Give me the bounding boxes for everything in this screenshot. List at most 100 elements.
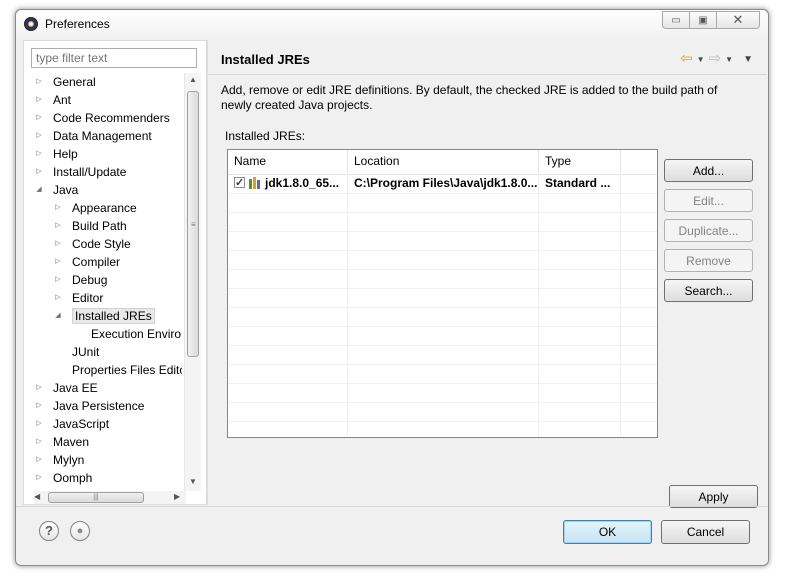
column-header-filler (621, 150, 657, 173)
remove-button[interactable]: Remove (664, 249, 753, 272)
table-row[interactable]: jdk1.8.0_65... C:\Program Files\Java\jdk1… (228, 174, 657, 194)
tree-item-label: Code Style (72, 237, 131, 251)
tree-item[interactable]: ▷ Ant (34, 91, 71, 109)
table-row (228, 383, 657, 403)
restore-icon[interactable]: ▣ (689, 11, 717, 29)
expand-icon[interactable]: ▷ (34, 145, 44, 163)
tree-horizontal-scrollbar[interactable]: ◀ ||| ▶ (34, 491, 186, 504)
tree-item[interactable]: ▷ Java EE (34, 379, 97, 397)
close-icon[interactable]: ✕ (716, 11, 760, 29)
title-bar[interactable]: Preferences ▭ ▣ ✕ (16, 10, 768, 38)
table-row (228, 288, 657, 308)
tree-item[interactable]: ▷ JavaScript (34, 415, 109, 433)
tree-item[interactable]: ▷ Build Path (53, 217, 126, 235)
tree-item[interactable]: ▷ Oomph (34, 469, 92, 487)
name-cell (228, 364, 348, 383)
help-icon[interactable]: ? (39, 521, 59, 541)
duplicate-button[interactable]: Duplicate... (664, 219, 753, 242)
type-cell (539, 269, 621, 288)
preference-tree: ▷ General ▷ Ant ▷ Code Recommenders ▷ Data Mana… (24, 73, 182, 493)
expand-icon[interactable]: ▷ (34, 451, 44, 469)
tree-vertical-scrollbar[interactable]: ▲ ≡ ▼ (184, 73, 201, 491)
minimize-icon[interactable]: ▭ (662, 11, 690, 29)
tree-item[interactable]: Properties Files Edito (53, 361, 182, 379)
expand-icon[interactable]: ▷ (34, 433, 44, 451)
collapse-icon[interactable]: ◢ (34, 181, 44, 199)
tree-item-label: Debug (72, 273, 108, 287)
tree-item[interactable]: ▷ Data Management (34, 127, 151, 145)
expand-icon[interactable]: ▷ (53, 271, 63, 289)
name-cell (228, 288, 348, 307)
column-header-location[interactable]: Location (348, 150, 539, 173)
type-cell (539, 212, 621, 231)
filler-cell (621, 212, 657, 231)
back-arrow-icon[interactable]: ⇦ (680, 51, 693, 66)
tree-item[interactable]: ▷ Code Style (53, 235, 131, 253)
tree-item[interactable]: ◢ Installed JREs (53, 307, 155, 325)
scroll-up-icon[interactable]: ▲ (189, 75, 197, 84)
record-macro-icon[interactable]: ● (70, 521, 90, 541)
filler-cell (621, 269, 657, 288)
cancel-button[interactable]: Cancel (661, 520, 750, 544)
expand-icon[interactable]: ▷ (34, 91, 44, 109)
tree-item[interactable]: ▷ Editor (53, 289, 103, 307)
tree-item[interactable]: ▷ Appearance (53, 199, 136, 217)
tree-item[interactable]: JUnit (53, 343, 99, 361)
filter-input[interactable] (31, 48, 197, 68)
expand-icon[interactable]: ▷ (34, 109, 44, 127)
type-cell (539, 326, 621, 345)
edit-button[interactable]: Edit... (664, 189, 753, 212)
type-cell (539, 383, 621, 402)
forward-arrow-icon[interactable]: ⇨ (709, 51, 722, 66)
name-cell (228, 231, 348, 250)
expand-icon[interactable]: ▷ (53, 235, 63, 253)
chevron-down-icon[interactable]: ▼ (725, 55, 733, 64)
window-controls: ▭ ▣ ✕ (662, 11, 760, 29)
tree-item-label: Ant (53, 93, 72, 107)
expand-icon[interactable]: ▷ (34, 127, 44, 145)
expand-icon[interactable]: ▷ (34, 163, 44, 181)
tree-item[interactable]: ▷ Install/Update (34, 163, 126, 181)
apply-button[interactable]: Apply (669, 485, 758, 508)
collapse-icon[interactable]: ◢ (53, 307, 63, 325)
view-menu-icon[interactable]: ▼ (743, 54, 753, 65)
name-cell (228, 402, 348, 421)
tree-item[interactable]: ▷ Java Persistence (34, 397, 144, 415)
tree-item-label: Compiler (72, 255, 121, 269)
tree-item[interactable]: ▷ Code Recommenders (34, 109, 169, 127)
expand-icon[interactable]: ▷ (34, 415, 44, 433)
tree-item[interactable]: ▷ General (34, 73, 95, 91)
expand-icon[interactable]: ▷ (53, 217, 63, 235)
expand-icon[interactable]: ▷ (53, 289, 63, 307)
expand-icon[interactable]: ▷ (34, 469, 44, 487)
scroll-down-icon[interactable]: ▼ (189, 477, 197, 486)
add-button[interactable]: Add... (664, 159, 753, 182)
scroll-right-icon[interactable]: ▶ (174, 492, 180, 501)
tree-item[interactable]: ▷ Compiler (53, 253, 120, 271)
column-header-type[interactable]: Type (539, 150, 621, 173)
scrollbar-thumb[interactable]: ≡ (187, 91, 199, 357)
tree-item-label: Oomph (53, 471, 93, 485)
type-cell: Standard ... (539, 174, 621, 193)
tree-item[interactable]: Execution Enviro (72, 325, 181, 343)
search-button[interactable]: Search... (664, 279, 753, 302)
column-header-name[interactable]: Name (228, 150, 348, 173)
tree-item[interactable]: ▷ Maven (34, 433, 89, 451)
ok-button[interactable]: OK (563, 520, 652, 544)
tree-item[interactable]: ▷ Mylyn (34, 451, 84, 469)
expand-icon[interactable]: ▷ (34, 379, 44, 397)
expand-icon[interactable]: ▷ (53, 253, 63, 271)
tree-item[interactable]: ▷ Debug (53, 271, 107, 289)
expand-icon[interactable]: ▷ (34, 73, 44, 91)
chevron-down-icon[interactable]: ▼ (697, 55, 705, 64)
expand-icon[interactable]: ▷ (53, 199, 63, 217)
tree-item[interactable]: ◢ Java (34, 181, 78, 199)
tree-item[interactable]: ▷ Help (34, 145, 77, 163)
expand-icon[interactable]: ▷ (34, 397, 44, 415)
default-jre-checkbox[interactable] (234, 174, 245, 193)
installed-jres-table: Name Location Type jdk1.8.0_65... C:\Prog… (227, 149, 658, 438)
name-cell (228, 326, 348, 345)
scrollbar-thumb[interactable]: ||| (48, 492, 144, 503)
table-row (228, 231, 657, 251)
scroll-left-icon[interactable]: ◀ (34, 492, 40, 501)
